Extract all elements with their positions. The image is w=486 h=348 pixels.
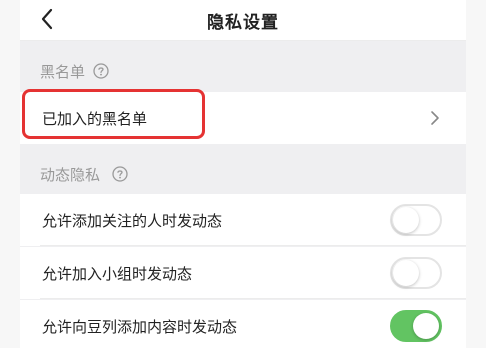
setting-row-follow: 允许添加关注的人时发动态 (20, 194, 466, 246)
toggle-switch-doulist[interactable] (390, 310, 442, 342)
highlight-box (22, 89, 205, 139)
setting-row-group: 允许加入小组时发动态 (20, 247, 466, 299)
section-label-blacklist: 黑名单 (40, 63, 86, 81)
question-circle-icon[interactable] (112, 166, 128, 182)
setting-label-group: 允许加入小组时发动态 (42, 265, 193, 283)
row-divider (40, 298, 466, 299)
toggle-knob (413, 313, 439, 339)
setting-label-doulist: 允许向豆列添加内容时发动态 (42, 318, 238, 336)
page-title: 隐私设置 (207, 13, 279, 33)
navigation-bar: 隐私设置 (20, 0, 466, 41)
right-margin (466, 0, 486, 348)
question-circle-icon[interactable] (93, 63, 109, 79)
toggle-switch-follow[interactable] (390, 204, 442, 236)
setting-row-doulist: 允许向豆列添加内容时发动态 (20, 300, 466, 348)
privacy-settings-screen: 隐私设置 黑名单 已加入的黑名单 动态隐私 允许添加关注的人时发动态 允许加入小… (20, 0, 466, 348)
row-divider (40, 245, 466, 246)
chevron-right-icon (431, 111, 439, 125)
toggle-switch-group[interactable] (390, 257, 442, 289)
section-label-activity: 动态隐私 (40, 166, 101, 184)
left-margin (0, 0, 20, 348)
setting-label-follow: 允许添加关注的人时发动态 (42, 212, 223, 230)
toggle-knob (393, 260, 419, 286)
toggle-knob (393, 207, 419, 233)
section-header-activity: 动态隐私 (20, 148, 466, 200)
